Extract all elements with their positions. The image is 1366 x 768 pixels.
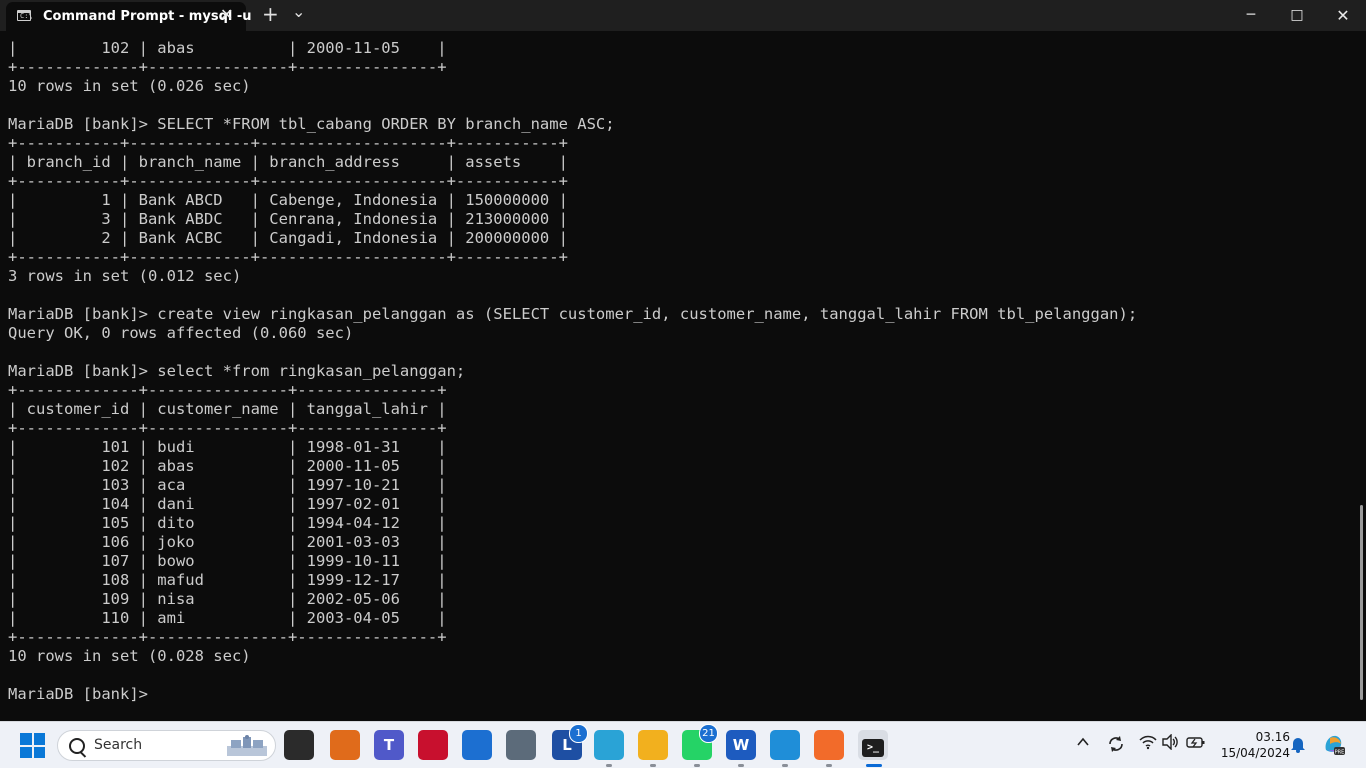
mcafee-icon bbox=[418, 730, 448, 760]
clock-date: 15/04/2024 bbox=[1220, 746, 1290, 760]
terminal-output[interactable]: | 102 | abas | 2000-11-05 | +-----------… bbox=[0, 31, 1356, 721]
terminal-icon: >_ bbox=[858, 730, 888, 760]
running-indicator bbox=[694, 764, 700, 767]
terminal-text: | 102 | abas | 2000-11-05 | +-----------… bbox=[8, 39, 1138, 703]
scrollbar-thumb[interactable] bbox=[1360, 505, 1363, 700]
camera-icon bbox=[506, 730, 536, 760]
new-tab-button[interactable]: + bbox=[262, 2, 279, 26]
wifi-icon[interactable] bbox=[1139, 734, 1157, 754]
taskbar-app-camera[interactable] bbox=[506, 730, 536, 760]
taskbar-app-terminal[interactable]: >_ bbox=[858, 730, 888, 767]
search-placeholder: Search bbox=[94, 737, 143, 753]
search-highlight-icon bbox=[227, 735, 267, 756]
taskbar-app-paint[interactable] bbox=[770, 730, 800, 767]
file-explorer-icon bbox=[638, 730, 668, 760]
tab-dropdown-button[interactable]: ⌄ bbox=[292, 2, 305, 21]
windows-logo-icon-part bbox=[33, 733, 45, 745]
running-indicator bbox=[782, 764, 788, 767]
svg-text:PRE: PRE bbox=[1335, 750, 1345, 756]
whatsapp-notification-badge: 21 bbox=[699, 724, 718, 743]
notification-bell-icon[interactable] bbox=[1290, 735, 1306, 757]
running-indicator bbox=[606, 764, 612, 767]
close-button[interactable]: ✕ bbox=[1320, 0, 1366, 31]
command-prompt-icon: C:\ bbox=[17, 10, 33, 21]
taskbar-app-teams[interactable]: T bbox=[374, 730, 404, 760]
windows-logo-icon-part bbox=[20, 746, 32, 758]
running-indicator bbox=[826, 764, 832, 767]
active-indicator bbox=[866, 764, 882, 767]
xampp-icon bbox=[814, 730, 844, 760]
taskbar-app-launcher[interactable]: L1 bbox=[552, 724, 588, 760]
launcher-notification-badge: 1 bbox=[569, 724, 588, 743]
taskbar-app-mcafee[interactable] bbox=[418, 730, 448, 760]
task-view-icon bbox=[284, 730, 314, 760]
title-bar: C:\ Command Prompt - mysql -u ✕ + ⌄ ─ □ … bbox=[0, 0, 1366, 31]
taskbar-app-file-explorer[interactable] bbox=[638, 730, 668, 767]
search-icon bbox=[69, 738, 85, 754]
taskbar-app-whatsapp[interactable]: 21 bbox=[682, 724, 718, 767]
windows-logo-icon bbox=[20, 733, 32, 745]
running-indicator bbox=[738, 764, 744, 767]
clock[interactable]: 03.16 15/04/2024 bbox=[1212, 729, 1290, 761]
edge-icon bbox=[594, 730, 624, 760]
clock-time: 03.16 bbox=[1255, 730, 1290, 744]
sync-icon[interactable] bbox=[1106, 734, 1126, 758]
teams-icon: T bbox=[383, 736, 395, 754]
word-icon: W bbox=[732, 736, 750, 754]
start-button[interactable] bbox=[20, 733, 45, 758]
taskbar-app-edge[interactable] bbox=[594, 730, 624, 767]
running-indicator bbox=[650, 764, 656, 767]
copilot-icon[interactable]: PRE bbox=[1322, 732, 1346, 760]
taskbar-app-task-view[interactable] bbox=[284, 730, 314, 760]
maximize-button[interactable]: □ bbox=[1274, 0, 1320, 31]
taskbar-search-box[interactable]: Search bbox=[57, 730, 276, 761]
taskbar-app-store[interactable] bbox=[462, 730, 492, 760]
windows-logo-icon-part bbox=[33, 746, 45, 758]
show-hidden-icons-button[interactable] bbox=[1076, 735, 1090, 753]
store-icon bbox=[462, 730, 492, 760]
chevron-up-icon bbox=[1077, 737, 1089, 746]
taskbar: Search T L 1 21 W >_ 03.16 15/04/2024 PRE bbox=[0, 721, 1366, 768]
taskbar-app-word[interactable]: W bbox=[726, 730, 756, 767]
taskbar-app-xampp[interactable] bbox=[814, 730, 844, 767]
battery-icon[interactable] bbox=[1186, 734, 1206, 754]
volume-icon[interactable] bbox=[1162, 733, 1180, 754]
taskbar-app-matlab[interactable] bbox=[330, 730, 360, 760]
minimize-button[interactable]: ─ bbox=[1228, 0, 1274, 31]
tab-command-prompt[interactable]: C:\ Command Prompt - mysql -u ✕ bbox=[6, 2, 252, 31]
paint-icon bbox=[770, 730, 800, 760]
matlab-icon bbox=[330, 730, 360, 760]
tab-close-button[interactable]: ✕ bbox=[220, 5, 233, 24]
